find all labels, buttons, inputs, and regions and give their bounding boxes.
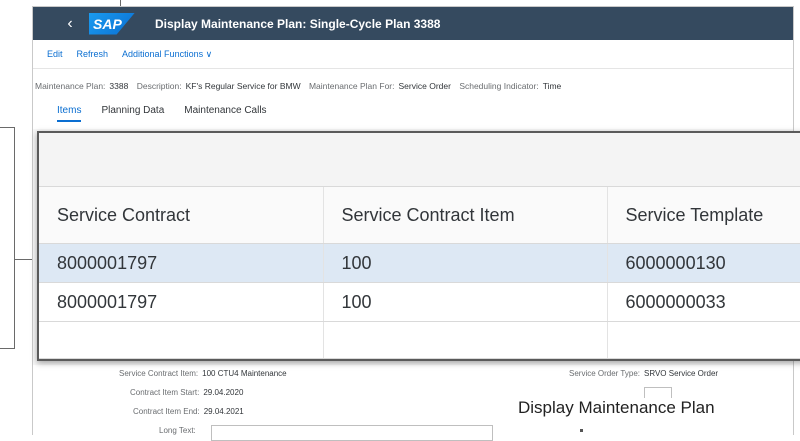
shell-bar: ‹ SAP Display Maintenance Plan: Single-C… (33, 7, 793, 40)
object-header: Maintenance Plan: 3388 Description: KF's R… (33, 68, 793, 129)
table-row-empty (39, 321, 800, 359)
header-attributes: Maintenance Plan: 3388 Description: KF's R… (35, 81, 562, 91)
long-text-label: Long Text: (159, 426, 196, 435)
table-cell: 8000001797 (39, 243, 324, 283)
zoomed-items-table: Service Contract Service Contract Item S… (37, 131, 800, 361)
column-header[interactable]: Service Contract Item (323, 187, 608, 244)
table-cell: 100 (323, 282, 608, 322)
long-text-field[interactable] (211, 425, 493, 441)
refresh-button[interactable]: Refresh (77, 49, 109, 59)
table-cell: 100 (323, 243, 608, 283)
callout-box-left (0, 127, 15, 349)
service-items-table: Service Contract Service Contract Item S… (39, 187, 800, 359)
contract-item-row: Service Contract Item: 100 CTU4 Maintenan… (119, 369, 287, 378)
tab-items[interactable]: Items (57, 105, 82, 122)
tab-planning-data[interactable]: Planning Data (101, 105, 164, 122)
table-row-empty (39, 358, 800, 359)
sap-logo: SAP (89, 12, 135, 35)
table-cell: 6000000033 (607, 282, 800, 322)
back-button[interactable]: ‹ (55, 15, 85, 33)
action-toolbar: Edit Refresh Additional Functions ∨ (33, 40, 793, 68)
table-cell: 8000001797 (39, 282, 324, 322)
additional-functions-menu[interactable]: Additional Functions ∨ (122, 49, 212, 60)
table-header-row: Service Contract Service Contract Item S… (39, 187, 800, 244)
column-header[interactable]: Service Contract (39, 187, 324, 244)
figure-caption: Display Maintenance Plan (514, 398, 719, 418)
table-cell: 6000000130 (607, 243, 800, 283)
table-row[interactable]: 8000001797 100 6000000130 (39, 243, 800, 283)
contract-end-row: Contract Item End: 29.04.2021 (133, 407, 244, 416)
app-title: Display Maintenance Plan: Single-Cycle P… (155, 16, 441, 31)
tab-maintenance-calls[interactable]: Maintenance Calls (184, 105, 266, 122)
cursor-mark (580, 429, 583, 432)
chevron-left-icon: ‹ (67, 14, 73, 32)
table-row[interactable]: 8000001797 100 6000000033 (39, 282, 800, 322)
column-header[interactable]: Service Template (607, 187, 800, 244)
table-toolbar (39, 133, 800, 187)
order-type-row: Service Order Type: SRVO Service Order (569, 369, 719, 378)
contract-start-row: Contract Item Start: 29.04.2020 (130, 388, 244, 397)
tab-bar: Items Planning Data Maintenance Calls (57, 105, 287, 122)
edit-button[interactable]: Edit (47, 49, 63, 59)
